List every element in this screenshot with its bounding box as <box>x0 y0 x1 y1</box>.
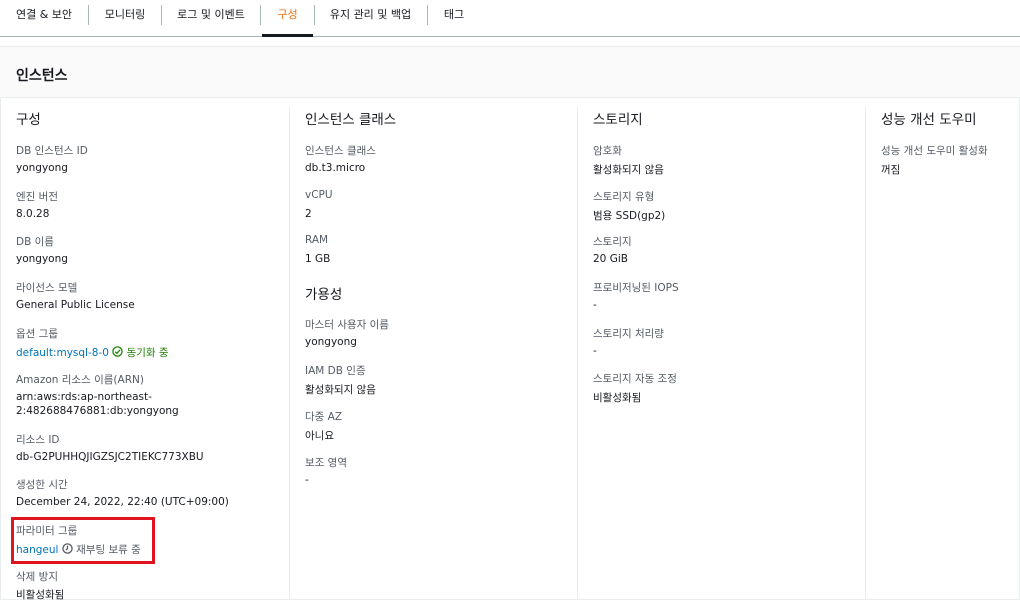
resource-id-value: db-G2PUHHQJIGZSJC2TIEKC773XBU <box>16 451 204 463</box>
db-name-label: DB 이름 <box>16 236 54 248</box>
master-username-value: yongyong <box>305 336 357 348</box>
vcpu-value: 2 <box>305 208 312 220</box>
resource-id-label: 리소스 ID <box>16 434 60 446</box>
option-group-link[interactable]: default:mysql-8-0 <box>16 347 109 359</box>
provisioned-iops-label: 프로비저닝된 IOPS <box>593 282 679 294</box>
created-time-value: December 24, 2022, 22:40 (UTC+09:00) <box>16 496 229 508</box>
instance-class-label: 인스턴스 클래스 <box>305 145 376 157</box>
secondary-zone-value: - <box>305 474 309 486</box>
iam-auth-label: IAM DB 인증 <box>305 365 366 377</box>
storage-autoscaling-label: 스토리지 자동 조정 <box>593 373 677 385</box>
tab-separator <box>260 5 261 25</box>
panel-title: 인스턴스 <box>16 68 68 84</box>
deletion-protection-label: 삭제 방지 <box>16 571 58 583</box>
encryption-label: 암호화 <box>593 145 622 157</box>
performance-insights-label: 성능 개선 도우미 활성화 <box>881 145 988 157</box>
highlight-box <box>11 517 155 564</box>
check-circle-icon <box>112 346 123 357</box>
secondary-zone-label: 보조 영역 <box>305 457 347 469</box>
arn-value-line1: arn:aws:rds:ap-northeast- <box>16 391 152 403</box>
storage-type-label: 스토리지 유형 <box>593 191 655 203</box>
iam-auth-value: 활성화되지 않음 <box>305 384 376 396</box>
tab-tags[interactable]: 태그 <box>428 0 480 36</box>
option-group-row: default:mysql-8-0 동기화 중 <box>16 345 169 360</box>
provisioned-iops-value: - <box>593 299 597 311</box>
arn-label: Amazon 리소스 이름(ARN) <box>16 374 144 386</box>
encryption-value: 활성화되지 않음 <box>593 164 664 176</box>
panel-header <box>0 52 1020 98</box>
ram-value: 1 GB <box>305 253 331 265</box>
license-model-label: 라이선스 모델 <box>16 282 78 294</box>
created-time-label: 생성한 시간 <box>16 479 68 491</box>
arn-value-line2: 2:482688476881:db:yongyong <box>16 405 179 417</box>
section-title-configuration: 구성 <box>16 112 41 128</box>
deletion-protection-value: 비활성화됨 <box>16 589 65 600</box>
storage-size-label: 스토리지 <box>593 236 632 248</box>
section-title-instance-class: 인스턴스 클래스 <box>305 112 397 128</box>
column-divider <box>289 106 290 600</box>
db-name-value: yongyong <box>16 253 68 265</box>
master-username-label: 마스터 사용자 이름 <box>305 319 389 331</box>
ram-label: RAM <box>305 234 329 246</box>
section-title-storage: 스토리지 <box>593 112 643 128</box>
tab-maintenance-backups[interactable]: 유지 관리 및 백업 <box>315 0 426 36</box>
performance-insights-value: 꺼짐 <box>881 164 901 176</box>
storage-throughput-value: - <box>593 345 597 357</box>
storage-type-value: 범용 SSD(gp2) <box>593 210 666 222</box>
engine-version-label: 엔진 버전 <box>16 191 58 203</box>
vcpu-label: vCPU <box>305 189 333 201</box>
option-group-status: 동기화 중 <box>126 347 169 359</box>
column-divider <box>865 106 866 600</box>
storage-size-value: 20 GiB <box>593 253 628 265</box>
storage-autoscaling-value: 비활성화됨 <box>593 392 642 404</box>
option-group-label: 옵션 그룹 <box>16 328 58 340</box>
tab-connectivity-security[interactable]: 연결 & 보안 <box>0 0 88 36</box>
tab-bar: 연결 & 보안 모니터링 로그 및 이벤트 구성 유지 관리 및 백업 태그 <box>0 0 1020 37</box>
instance-class-value: db.t3.micro <box>305 162 366 174</box>
tab-configuration[interactable]: 구성 <box>262 0 313 37</box>
multi-az-label: 다중 AZ <box>305 411 343 423</box>
storage-throughput-label: 스토리지 처리량 <box>593 328 664 340</box>
license-model-value: General Public License <box>16 299 135 311</box>
db-instance-id-value: yongyong <box>16 162 68 174</box>
section-title-performance-insights: 성능 개선 도우미 <box>881 112 977 128</box>
section-title-availability: 가용성 <box>305 287 343 303</box>
db-instance-id-label: DB 인스턴스 ID <box>16 145 88 157</box>
column-divider <box>577 106 578 600</box>
multi-az-value: 아니요 <box>305 430 334 442</box>
tab-logs-events[interactable]: 로그 및 이벤트 <box>162 0 260 36</box>
engine-version-value: 8.0.28 <box>16 208 50 220</box>
tab-monitoring[interactable]: 모니터링 <box>89 0 161 36</box>
